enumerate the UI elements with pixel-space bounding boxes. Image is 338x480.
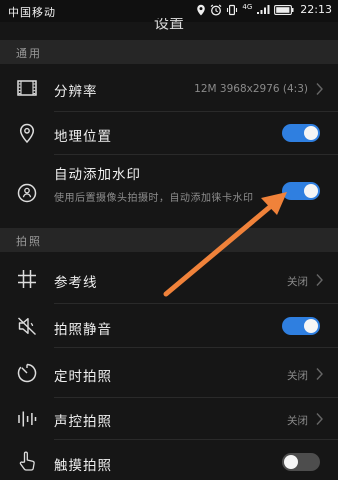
setting-row-resolution[interactable]: 分辨率 12M 3968x2976 (4:3) xyxy=(0,64,338,112)
setting-label: 定时拍照 xyxy=(54,369,112,385)
chevron-right-icon xyxy=(315,366,324,380)
setting-row-grid[interactable]: 参考线 关闭 xyxy=(0,252,338,304)
vibrate-status-icon xyxy=(226,4,238,16)
setting-row-mute[interactable]: 拍照静音 xyxy=(0,304,338,348)
page-title-bar: 设置 xyxy=(0,18,338,40)
page-title: 设置 xyxy=(153,18,184,32)
setting-label: 拍照静音 xyxy=(54,322,112,338)
alarm-status-icon xyxy=(210,4,222,16)
location-status-icon xyxy=(196,4,206,16)
section-title: 通用 xyxy=(16,47,42,60)
network-type-label: 4G xyxy=(242,2,253,11)
chevron-right-icon xyxy=(315,81,324,95)
timer-icon xyxy=(16,362,38,384)
setting-description: 使用后置摄像头拍摄时，自动添加徕卡水印 xyxy=(54,193,254,204)
setting-label: 声控拍照 xyxy=(54,414,112,430)
watermark-stamp-icon xyxy=(16,182,38,204)
section-title: 拍照 xyxy=(16,235,42,248)
setting-row-touch-capture[interactable]: 触摸拍照 xyxy=(0,440,338,480)
setting-label: 参考线 xyxy=(54,275,98,291)
signal-strength-icon xyxy=(256,4,270,15)
touch-hand-icon xyxy=(16,450,38,472)
setting-row-watermark[interactable]: 自动添加水印 使用后置摄像头拍摄时，自动添加徕卡水印 xyxy=(0,155,338,228)
chevron-right-icon xyxy=(315,272,324,286)
setting-row-location[interactable]: 地理位置 xyxy=(0,112,338,155)
setting-value: 12M 3968x2976 (4:3) xyxy=(194,83,308,95)
setting-value: 关闭 xyxy=(287,415,308,427)
setting-value: 关闭 xyxy=(287,370,308,382)
film-frame-icon xyxy=(16,77,38,99)
setting-label: 自动添加水印 xyxy=(54,167,141,183)
setting-row-timer[interactable]: 定时拍照 关闭 xyxy=(0,348,338,398)
sound-wave-icon xyxy=(16,408,38,430)
clock: 22:13 xyxy=(300,3,332,16)
watermark-toggle[interactable] xyxy=(282,182,320,200)
setting-label: 地理位置 xyxy=(54,129,112,145)
section-header-photo: 拍照 xyxy=(0,228,338,252)
mute-toggle[interactable] xyxy=(282,317,320,335)
grid-icon xyxy=(16,268,38,290)
setting-value: 关闭 xyxy=(287,276,308,288)
chevron-right-icon xyxy=(315,411,324,425)
battery-icon xyxy=(274,4,294,15)
location-toggle[interactable] xyxy=(282,124,320,142)
section-header-general: 通用 xyxy=(0,40,338,64)
setting-row-audio-control[interactable]: 声控拍照 关闭 xyxy=(0,398,338,440)
speaker-muted-icon xyxy=(16,315,38,337)
setting-label: 分辨率 xyxy=(54,84,98,100)
location-pin-icon xyxy=(16,122,38,144)
setting-label: 触摸拍照 xyxy=(54,458,112,474)
touch-capture-toggle[interactable] xyxy=(282,453,320,471)
